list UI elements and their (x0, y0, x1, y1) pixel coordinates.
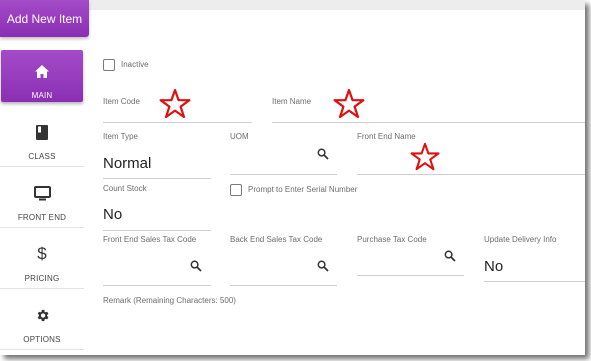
fe-sales-tax-label: Front End Sales Tax Code (103, 235, 197, 244)
sidebar-item-label: OPTIONS (23, 335, 61, 344)
sidebar-item-label: MAIN (31, 91, 53, 100)
sidebar-item-label: CLASS (28, 152, 56, 161)
item-type-value[interactable]: Normal (103, 155, 151, 172)
purchase-tax-search-icon[interactable] (444, 250, 456, 262)
item-type-label: Item Type (103, 132, 138, 141)
top-bar (89, 0, 585, 10)
inactive-label: Inactive (121, 60, 149, 69)
home-icon (31, 60, 53, 82)
update-delivery-value[interactable]: No (484, 258, 503, 275)
item-type-select[interactable] (103, 178, 211, 179)
sidebar-divider (0, 349, 84, 350)
star-marker-icon (410, 142, 440, 171)
purchase-tax-input[interactable] (357, 275, 464, 276)
sidebar-item-pricing[interactable]: $ PRICING (0, 233, 84, 288)
app-window: Add New Item MAIN CLASS FRONT END $ PRIC… (0, 0, 585, 355)
dollar-icon: $ (37, 244, 47, 263)
item-code-label: Item Code (103, 97, 140, 106)
fe-sales-tax-search-icon[interactable] (190, 260, 202, 272)
be-sales-tax-input[interactable] (230, 285, 337, 286)
add-new-item-button[interactable]: Add New Item (0, 0, 89, 37)
prompt-serial-label: Prompt to Enter Serial Number (248, 185, 358, 194)
uom-search-icon[interactable] (317, 148, 329, 160)
item-code-input[interactable] (103, 122, 252, 123)
count-stock-select[interactable] (103, 230, 211, 231)
remark-label: Remark (Remaining Characters: 500) (103, 296, 236, 305)
count-stock-label: Count Stock (103, 184, 147, 193)
star-marker-icon (333, 88, 365, 119)
star-marker-icon (159, 88, 191, 119)
monitor-icon (31, 182, 53, 204)
uom-input[interactable] (230, 174, 337, 175)
sidebar-divider (0, 166, 84, 167)
sidebar-item-options[interactable]: OPTIONS (0, 294, 84, 349)
item-form: Inactive Item Code Item Name Item Type N… (96, 10, 585, 355)
sidebar-item-label: FRONT END (17, 213, 67, 222)
fe-sales-tax-input[interactable] (103, 285, 211, 286)
prompt-serial-checkbox[interactable] (230, 184, 242, 196)
front-end-name-input[interactable] (357, 174, 585, 175)
sidebar-divider (0, 227, 84, 228)
sidebar-divider (0, 288, 84, 289)
sidebar-item-class[interactable]: CLASS (0, 111, 84, 166)
front-end-name-label: Front End Name (357, 132, 416, 141)
be-sales-tax-label: Back End Sales Tax Code (230, 235, 323, 244)
gear-icon (31, 304, 53, 326)
inactive-checkbox[interactable] (103, 59, 115, 71)
update-delivery-label: Update Delivery Info (484, 235, 557, 244)
item-name-input[interactable] (272, 122, 585, 123)
uom-label: UOM (230, 132, 249, 141)
sidebar-item-label: PRICING (24, 274, 60, 283)
update-delivery-select[interactable] (484, 281, 585, 282)
count-stock-value[interactable]: No (103, 206, 122, 223)
item-name-label: Item Name (272, 97, 312, 106)
sidebar-item-front-end[interactable]: FRONT END (0, 172, 84, 227)
purchase-tax-label: Purchase Tax Code (357, 235, 427, 244)
sidebar-item-main[interactable]: MAIN (1, 50, 83, 102)
book-icon (31, 121, 53, 143)
be-sales-tax-search-icon[interactable] (317, 260, 329, 272)
